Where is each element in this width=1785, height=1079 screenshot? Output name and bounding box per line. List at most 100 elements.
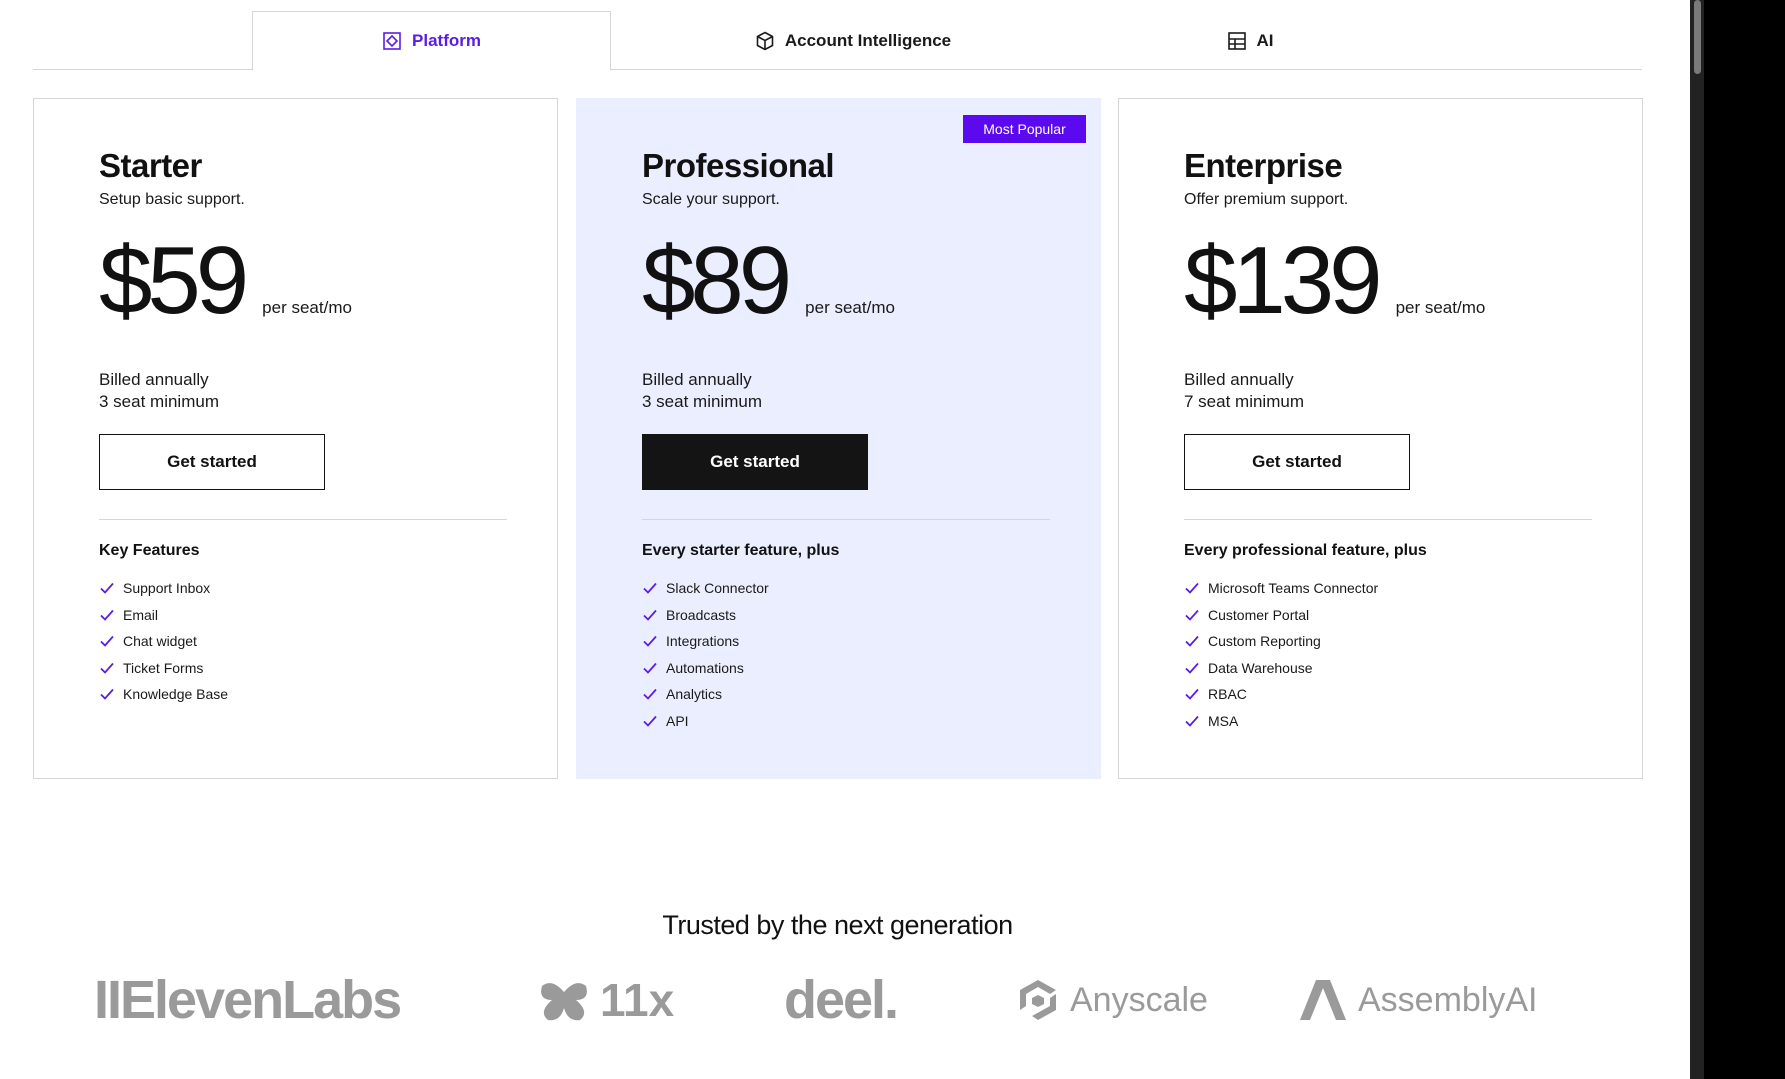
list-item: Microsoft Teams Connector	[1184, 575, 1378, 602]
price-row: $59 per seat/mo	[99, 233, 352, 329]
billing-info: Billed annually 7 seat minimum	[1184, 369, 1304, 413]
feature-label: Chat widget	[123, 633, 197, 650]
price-row: $89 per seat/mo	[642, 233, 895, 329]
plan-subtitle: Scale your support.	[642, 191, 780, 208]
feature-label: Custom Reporting	[1208, 633, 1321, 650]
most-popular-badge: Most Popular	[963, 115, 1086, 143]
list-item: Customer Portal	[1184, 602, 1378, 629]
elevenlabs-logo: IIElevenLabs	[94, 970, 402, 1030]
seat-minimum: 3 seat minimum	[642, 392, 762, 411]
plan-price: $139	[1184, 227, 1383, 334]
get-started-button-starter[interactable]: Get started	[99, 434, 325, 490]
platform-icon	[383, 32, 401, 50]
anyscale-mark-icon	[1020, 980, 1056, 1020]
logo-text: AssemblyAI	[1358, 980, 1538, 1019]
list-item: Email	[99, 602, 228, 629]
check-icon	[1185, 583, 1199, 595]
feature-label: Data Warehouse	[1208, 659, 1313, 676]
plan-subtitle: Offer premium support.	[1184, 191, 1349, 208]
get-started-button-professional[interactable]: Get started	[642, 434, 868, 490]
features-heading: Every starter feature, plus	[642, 542, 840, 559]
product-tabs: Platform Account Intelligence AI	[33, 11, 1642, 71]
check-icon	[643, 636, 657, 648]
check-icon	[643, 583, 657, 595]
list-item: API	[642, 708, 769, 735]
list-item: Custom Reporting	[1184, 628, 1378, 655]
billing-period: Billed annually	[1184, 370, 1294, 389]
feature-label: Analytics	[666, 686, 723, 703]
features-heading: Key Features	[99, 542, 200, 559]
check-icon	[1185, 636, 1199, 648]
plan-card-professional: Most Popular Professional Scale your sup…	[576, 98, 1101, 779]
price-unit: per seat/mo	[805, 298, 895, 317]
11x-logo: 11x	[538, 970, 674, 1030]
tab-label: Account Intelligence	[784, 30, 952, 50]
assemblyai-logo: AssemblyAI	[1298, 970, 1538, 1030]
feature-label: Ticket Forms	[123, 659, 204, 676]
list-item: MSA	[1184, 708, 1378, 735]
check-icon	[1185, 715, 1199, 727]
plan-price: $89	[642, 227, 792, 334]
check-icon	[643, 689, 657, 701]
feature-list: Support Inbox Email Chat widget Ticket F…	[99, 575, 228, 708]
feature-label: API	[666, 712, 689, 729]
deel-logo: deel.	[784, 970, 899, 1030]
11x-mark-icon	[541, 983, 587, 1021]
plan-subtitle: Setup basic support.	[99, 191, 245, 208]
billing-period: Billed annually	[642, 370, 752, 389]
tab-ai[interactable]: AI	[1095, 11, 1405, 70]
check-icon	[643, 715, 657, 727]
anyscale-logo: Anyscale	[1016, 970, 1208, 1030]
get-started-button-enterprise[interactable]: Get started	[1184, 434, 1410, 490]
feature-label: Broadcasts	[666, 606, 737, 623]
list-item: Analytics	[642, 681, 769, 708]
seat-minimum: 3 seat minimum	[99, 392, 219, 411]
assemblyai-mark-icon	[1300, 980, 1346, 1020]
divider	[642, 519, 1050, 520]
list-item: Data Warehouse	[1184, 655, 1378, 682]
tab-label: AI	[1256, 30, 1274, 50]
cube-icon	[756, 31, 774, 50]
list-item: Automations	[642, 655, 769, 682]
feature-label: Integrations	[666, 633, 740, 650]
billing-period: Billed annually	[99, 370, 209, 389]
billing-info: Billed annually 3 seat minimum	[642, 369, 762, 413]
logo-text: 11x	[600, 974, 675, 1026]
tab-account-intelligence[interactable]: Account Intelligence	[611, 11, 1095, 70]
check-icon	[1185, 609, 1199, 621]
price-row: $139 per seat/mo	[1184, 233, 1485, 329]
list-item: Support Inbox	[99, 575, 228, 602]
check-icon	[100, 689, 114, 701]
scrollbar-track[interactable]	[1690, 0, 1704, 1079]
feature-list: Slack Connector Broadcasts Integrations …	[642, 575, 769, 734]
feature-label: RBAC	[1208, 686, 1247, 703]
price-unit: per seat/mo	[1395, 298, 1486, 317]
feature-label: Automations	[666, 659, 744, 676]
scrollbar-thumb[interactable]	[1694, 0, 1701, 74]
feature-label: Knowledge Base	[123, 686, 229, 703]
grid-icon	[1227, 31, 1246, 50]
tab-platform[interactable]: Platform	[252, 11, 611, 71]
tab-label: Platform	[412, 31, 481, 50]
check-icon	[100, 636, 114, 648]
plan-name: Starter	[99, 147, 202, 184]
billing-info: Billed annually 3 seat minimum	[99, 369, 219, 413]
window-edge	[1704, 0, 1785, 1079]
check-icon	[643, 609, 657, 621]
features-heading: Every professional feature, plus	[1184, 542, 1427, 559]
list-item: Slack Connector	[642, 575, 769, 602]
feature-label: MSA	[1208, 712, 1239, 729]
check-icon	[1185, 689, 1199, 701]
list-item: RBAC	[1184, 681, 1378, 708]
customer-logos: IIElevenLabs 11x deel. Anyscale Assembly…	[33, 970, 1642, 1030]
logo-text: IIElevenLabs	[94, 970, 402, 1030]
check-icon	[100, 662, 114, 674]
feature-label: Customer Portal	[1208, 606, 1310, 623]
logo-text: deel.	[784, 970, 899, 1030]
plan-name: Professional	[642, 147, 835, 184]
feature-label: Email	[123, 606, 159, 623]
plan-card-starter: Starter Setup basic support. $59 per sea…	[33, 98, 558, 779]
feature-label: Slack Connector	[666, 580, 769, 597]
price-unit: per seat/mo	[262, 298, 352, 317]
feature-label: Support Inbox	[123, 580, 211, 597]
